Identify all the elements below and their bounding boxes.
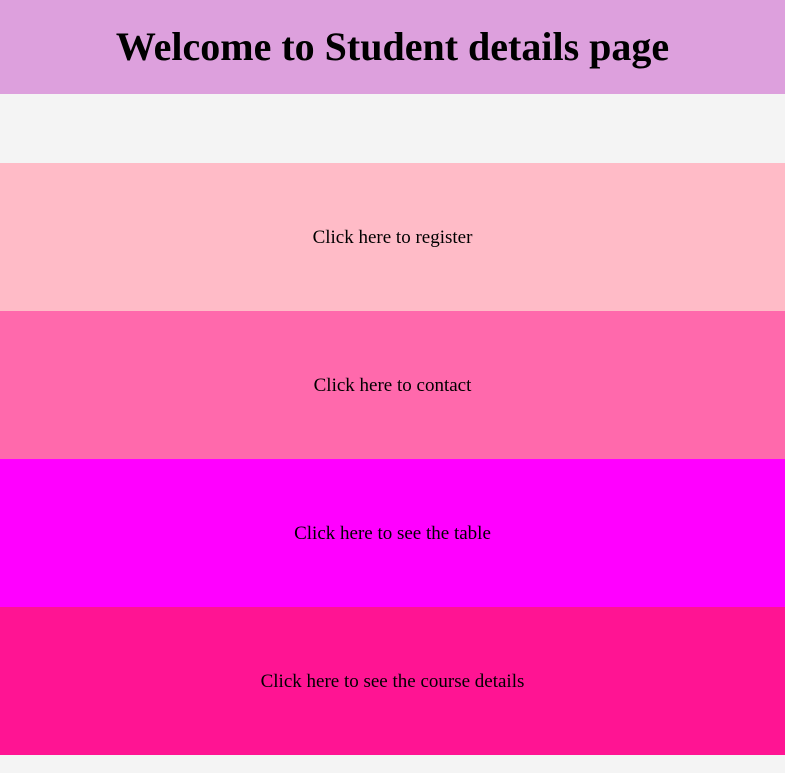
nav-item-course-details[interactable]: Click here to see the course details xyxy=(0,607,785,755)
page-header: Welcome to Student details page xyxy=(0,0,785,94)
page-title: Welcome to Student details page xyxy=(115,24,670,69)
header-spacer xyxy=(0,94,785,163)
table-link[interactable]: Click here to see the table xyxy=(294,524,491,543)
course-details-link[interactable]: Click here to see the course details xyxy=(261,672,525,691)
register-link[interactable]: Click here to register xyxy=(313,228,473,247)
nav-item-contact[interactable]: Click here to contact xyxy=(0,311,785,459)
contact-link[interactable]: Click here to contact xyxy=(314,376,472,395)
nav-item-register[interactable]: Click here to register xyxy=(0,163,785,311)
nav-menu: Click here to register Click here to con… xyxy=(0,163,785,755)
nav-item-table[interactable]: Click here to see the table xyxy=(0,459,785,607)
